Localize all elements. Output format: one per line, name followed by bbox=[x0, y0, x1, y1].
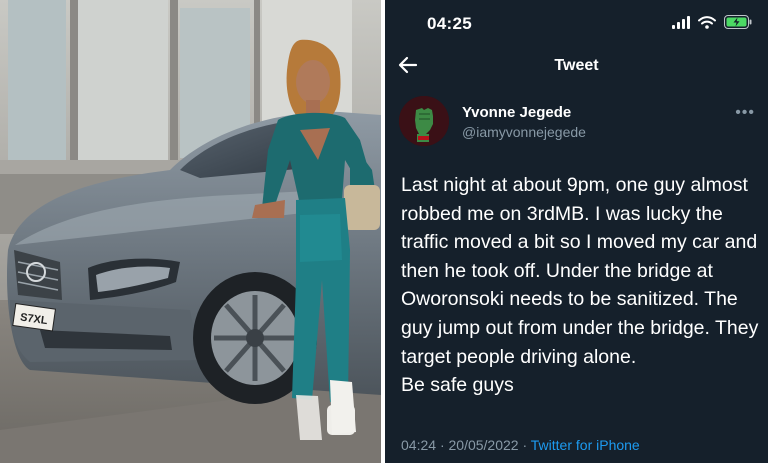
tweet-meta: 04:24 · 20/05/2022 · Twitter for iPhone bbox=[401, 437, 640, 453]
avatar[interactable] bbox=[399, 96, 449, 146]
more-icon[interactable]: ••• bbox=[735, 104, 755, 122]
status-icons bbox=[672, 15, 752, 34]
author-handle[interactable]: @iamyvonnejegede bbox=[462, 124, 586, 140]
author-name[interactable]: Yvonne Jegede bbox=[462, 104, 571, 121]
status-time: 04:25 bbox=[427, 14, 472, 33]
tweet-date: 20/05/2022 bbox=[448, 437, 519, 453]
tweet-screenshot: 04:25 Tweet Yvonne Jegede @iamyvonnejege… bbox=[385, 0, 768, 463]
page-title: Tweet bbox=[554, 57, 599, 74]
meta-separator: · bbox=[439, 437, 445, 453]
meta-separator: · bbox=[522, 437, 528, 453]
battery-charging-icon bbox=[724, 15, 752, 34]
street-photo: S7XL bbox=[0, 0, 381, 463]
tweet-time: 04:24 bbox=[401, 437, 437, 453]
photo-illustration: S7XL bbox=[0, 0, 381, 463]
tweet-text: Last night at about 9pm, one guy almost … bbox=[401, 174, 759, 397]
wifi-icon bbox=[698, 15, 716, 34]
tweet-source-link[interactable]: Twitter for iPhone bbox=[531, 437, 640, 453]
signal-icon bbox=[672, 15, 690, 34]
raised-fist-icon bbox=[399, 96, 449, 146]
status-bar: 04:25 bbox=[385, 0, 768, 48]
nav-bar: Tweet bbox=[385, 48, 768, 86]
tweet-author: Yvonne Jegede @iamyvonnejegede ••• bbox=[399, 96, 759, 150]
